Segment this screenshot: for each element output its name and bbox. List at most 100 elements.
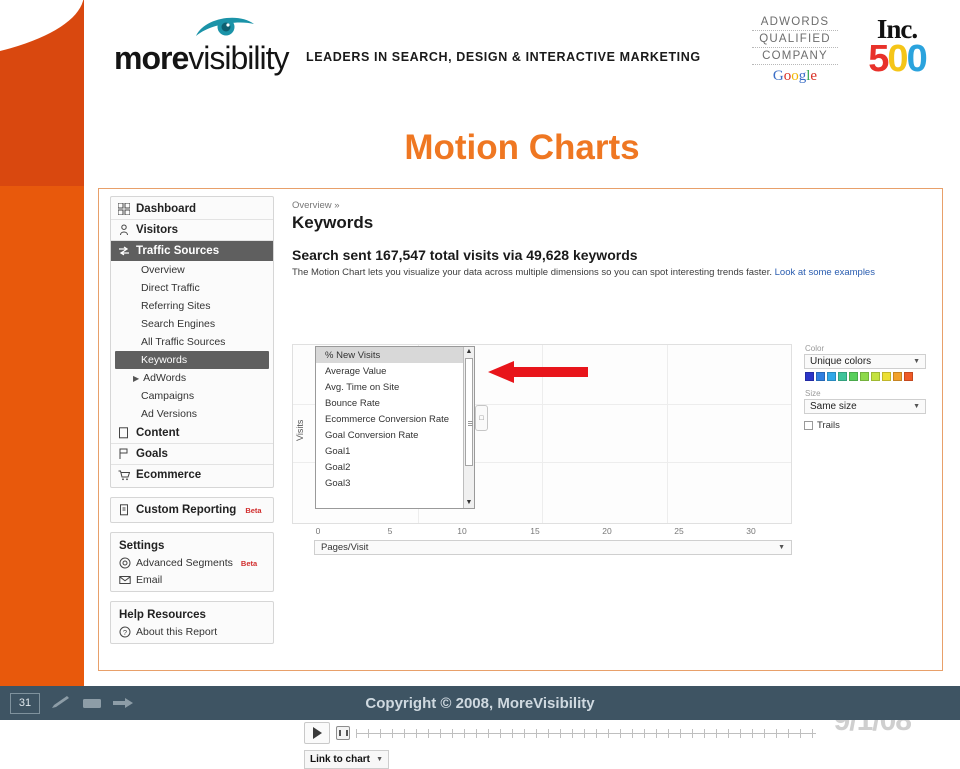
color-swatch[interactable] bbox=[849, 372, 858, 381]
settings-item-advanced-segments[interactable]: Advanced Segments Beta bbox=[111, 555, 273, 572]
analytics-screenshot: Dashboard Visitors Traffic Sources Overv… bbox=[98, 188, 943, 769]
settings-title: Settings bbox=[119, 540, 165, 552]
company-tagline: LEADERS IN SEARCH, DESIGN & INTERACTIVE … bbox=[306, 50, 701, 64]
link-to-chart-button[interactable]: Link to chart ▼ bbox=[304, 750, 389, 769]
y-metric-option[interactable]: Bounce Rate bbox=[316, 395, 474, 411]
trails-checkbox[interactable] bbox=[804, 421, 813, 430]
sidebar-item-content[interactable]: Content bbox=[111, 423, 273, 444]
dropdown-scrollbar[interactable]: ▲ ▼ bbox=[463, 347, 474, 508]
segments-icon bbox=[119, 557, 131, 569]
sidebar-subitem-ad-versions[interactable]: Ad Versions bbox=[111, 405, 273, 423]
red-annotation-arrow bbox=[488, 361, 588, 383]
x-tick-label: 15 bbox=[530, 526, 540, 536]
logo-more-text: more bbox=[114, 40, 189, 76]
y-metric-option[interactable]: Goal1 bbox=[316, 443, 474, 459]
chevron-down-icon: ▼ bbox=[913, 358, 920, 365]
google-wordmark: Google bbox=[772, 68, 818, 84]
sidebar-item-visitors[interactable]: Visitors bbox=[111, 220, 273, 241]
sidebar-subitem-label: Ad Versions bbox=[141, 408, 198, 420]
goals-flag-icon bbox=[119, 448, 128, 459]
motion-chart-plot[interactable]: Visits % New Visits Average Value Avg. T… bbox=[292, 344, 792, 524]
analytics-sidebar: Dashboard Visitors Traffic Sources Overv… bbox=[102, 192, 280, 667]
x-tick-label: 25 bbox=[674, 526, 684, 536]
sidebar-subitem-campaigns[interactable]: Campaigns bbox=[111, 387, 273, 405]
y-metric-option[interactable]: Avg. Time on Site bbox=[316, 379, 474, 395]
settings-item-label: Email bbox=[136, 574, 163, 586]
sidebar-subitem-adwords[interactable]: ▶ AdWords bbox=[111, 369, 273, 387]
y-metric-option[interactable]: Goal3 bbox=[316, 475, 474, 491]
adwords-line-3: COMPANY bbox=[752, 50, 838, 65]
left-orange-band bbox=[0, 0, 84, 686]
help-item-about-this-report[interactable]: ? About this Report bbox=[111, 624, 273, 641]
color-swatches bbox=[805, 372, 926, 381]
sidebar-item-custom-reporting[interactable]: Custom Reporting Beta bbox=[111, 500, 273, 520]
sidebar-subitem-label: Campaigns bbox=[141, 390, 195, 402]
y-metric-option[interactable]: Goal Conversion Rate bbox=[316, 427, 474, 443]
slide-header: morevisibility LEADERS IN SEARCH, DESIGN… bbox=[84, 0, 960, 120]
sidebar-item-label: Goals bbox=[136, 448, 168, 460]
scroll-down-icon[interactable]: ▼ bbox=[464, 498, 474, 508]
sidebar-subitem-label: AdWords bbox=[143, 372, 187, 384]
svg-text:?: ? bbox=[123, 628, 127, 637]
sidebar-subitem-label: Keywords bbox=[141, 354, 188, 366]
color-swatch[interactable] bbox=[904, 372, 913, 381]
timeline-handle[interactable] bbox=[336, 726, 350, 740]
y-metric-option[interactable]: Average Value bbox=[316, 363, 474, 379]
color-swatch[interactable] bbox=[893, 372, 902, 381]
x-metric-dropdown[interactable]: Pages/Visit ▼ bbox=[314, 540, 792, 555]
look-at-examples-link[interactable]: Look at some examples bbox=[775, 267, 875, 278]
color-swatch[interactable] bbox=[805, 372, 814, 381]
chevron-down-icon: ▼ bbox=[376, 756, 383, 763]
color-dropdown[interactable]: Unique colors ▼ bbox=[804, 354, 926, 369]
dashboard-icon bbox=[118, 203, 130, 215]
sidebar-subitem-direct-traffic[interactable]: Direct Traffic bbox=[111, 279, 273, 297]
sidebar-item-ecommerce[interactable]: Ecommerce bbox=[111, 465, 273, 485]
question-icon: ? bbox=[119, 626, 131, 638]
y-metric-option[interactable]: Goal2 bbox=[316, 459, 474, 475]
color-swatch[interactable] bbox=[827, 372, 836, 381]
trails-checkbox-row[interactable]: Trails bbox=[804, 420, 926, 431]
report-icon bbox=[120, 504, 128, 516]
y-metric-option[interactable]: Ecommerce Conversion Rate bbox=[316, 411, 474, 427]
x-tick-label: 20 bbox=[602, 526, 612, 536]
color-swatch[interactable] bbox=[882, 372, 891, 381]
custom-reporting-box[interactable]: Custom Reporting Beta bbox=[110, 497, 274, 523]
sidebar-item-traffic-sources[interactable]: Traffic Sources bbox=[111, 241, 273, 261]
y-axis-zoom-control[interactable]: □ bbox=[475, 405, 488, 431]
color-label: Color bbox=[805, 344, 825, 353]
y-metric-dropdown-list[interactable]: % New Visits Average Value Avg. Time on … bbox=[315, 346, 475, 509]
y-axis-label: Visits bbox=[295, 419, 305, 441]
size-dropdown[interactable]: Same size ▼ bbox=[804, 399, 926, 414]
scroll-up-icon[interactable]: ▲ bbox=[464, 347, 474, 357]
y-metric-option[interactable]: % New Visits bbox=[316, 347, 474, 363]
color-swatch[interactable] bbox=[816, 372, 825, 381]
color-swatch[interactable] bbox=[860, 372, 869, 381]
timeline-track[interactable] bbox=[356, 728, 816, 739]
play-button[interactable] bbox=[304, 722, 330, 744]
sidebar-item-goals[interactable]: Goals bbox=[111, 444, 273, 465]
sidebar-subitem-all-traffic-sources[interactable]: All Traffic Sources bbox=[111, 333, 273, 351]
sidebar-subitem-referring-sites[interactable]: Referring Sites bbox=[111, 297, 273, 315]
ecommerce-cart-icon bbox=[118, 470, 130, 481]
settings-item-email[interactable]: Email bbox=[111, 572, 273, 589]
settings-box: Settings Advanced Segments Beta Email bbox=[110, 532, 274, 592]
color-swatch[interactable] bbox=[838, 372, 847, 381]
help-resources-box: Help Resources ? About this Report bbox=[110, 601, 274, 644]
breadcrumb[interactable]: Overview » bbox=[292, 200, 929, 211]
chart-controls-panel: Color Unique colors ▼ Size Same size ▼ T… bbox=[804, 344, 926, 431]
sidebar-subitem-overview[interactable]: Overview bbox=[111, 261, 273, 279]
certification-badges: ADWORDS QUALIFIED COMPANY Google Inc. 50… bbox=[752, 16, 938, 85]
page-title: Motion Charts bbox=[404, 128, 640, 167]
report-description: The Motion Chart lets you visualize your… bbox=[292, 266, 892, 279]
sidebar-subitem-keywords[interactable]: Keywords bbox=[115, 351, 269, 369]
color-swatch[interactable] bbox=[871, 372, 880, 381]
sidebar-subitem-search-engines[interactable]: Search Engines bbox=[111, 315, 273, 333]
beta-badge: Beta bbox=[240, 558, 258, 568]
custom-reporting-label: Custom Reporting bbox=[136, 504, 237, 516]
settings-item-label: Advanced Segments bbox=[136, 557, 233, 569]
x-tick-label: 0 bbox=[315, 526, 321, 536]
sidebar-item-dashboard[interactable]: Dashboard bbox=[111, 199, 273, 220]
scrollbar-thumb[interactable] bbox=[465, 358, 473, 466]
sidebar-item-label: Dashboard bbox=[136, 203, 197, 215]
inc-number: 500 bbox=[868, 38, 927, 80]
